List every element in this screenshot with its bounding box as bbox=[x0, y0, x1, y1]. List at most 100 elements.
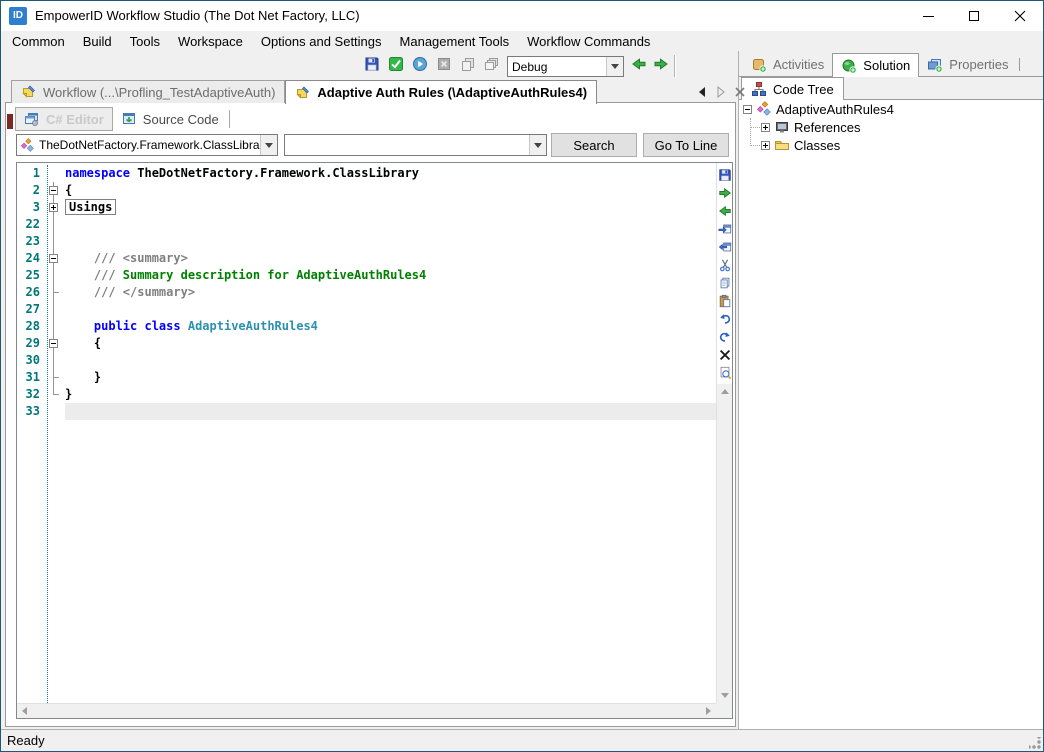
run-icon[interactable] bbox=[412, 56, 428, 72]
tab-adaptive-auth-rules[interactable]: Adaptive Auth Rules (\AdaptiveAuthRules4… bbox=[285, 80, 597, 104]
tree-item-label: Classes bbox=[794, 138, 840, 153]
collapse-icon[interactable] bbox=[743, 105, 752, 114]
code-text[interactable]: } bbox=[65, 369, 716, 386]
close-tab-icon[interactable] bbox=[734, 86, 746, 98]
forward-icon[interactable] bbox=[653, 56, 669, 72]
redo-icon[interactable] bbox=[718, 330, 732, 344]
search-dropdown[interactable] bbox=[284, 134, 547, 156]
code-text[interactable]: /// <summary> bbox=[65, 250, 716, 267]
stop-icon bbox=[436, 56, 452, 72]
collapse-icon[interactable] bbox=[49, 339, 58, 348]
tab-label: Workflow (...\Profling_TestAdaptiveAuth) bbox=[43, 85, 275, 100]
right-panel-tabs: ActivitiesSolutionProperties bbox=[739, 53, 1043, 77]
scroll-right-icon[interactable] bbox=[715, 86, 727, 98]
code-text[interactable] bbox=[65, 352, 716, 369]
expand-icon[interactable] bbox=[761, 141, 770, 150]
maximize-button[interactable] bbox=[951, 1, 997, 31]
tab-solution[interactable]: Solution bbox=[832, 53, 919, 77]
minimize-icon bbox=[923, 16, 934, 17]
build-check-icon[interactable] bbox=[388, 56, 404, 72]
debug-config-dropdown[interactable]: Debug bbox=[507, 56, 624, 77]
delete-icon[interactable] bbox=[718, 348, 732, 362]
back-icon[interactable] bbox=[631, 56, 647, 72]
code-text[interactable]: Usings bbox=[65, 199, 716, 216]
code-text[interactable]: public class AdaptiveAuthRules4 bbox=[65, 318, 716, 335]
arrow-left-icon[interactable] bbox=[718, 204, 732, 218]
code-line: 3Usings bbox=[17, 199, 716, 216]
editor-mode-tabs: C# EditorSource Code bbox=[15, 107, 230, 131]
menu-item-workflow-commands[interactable]: Workflow Commands bbox=[518, 32, 659, 51]
code-line: 2{ bbox=[17, 182, 716, 199]
code-tree: AdaptiveAuthRules4References Classes bbox=[739, 100, 1043, 729]
fold-margin bbox=[45, 216, 65, 233]
menu-item-tools[interactable]: Tools bbox=[121, 32, 169, 51]
window-import-icon[interactable] bbox=[718, 222, 732, 236]
code-line: 33 bbox=[17, 403, 716, 420]
code-text[interactable]: /// </summary> bbox=[65, 284, 716, 301]
expand-icon[interactable] bbox=[761, 123, 770, 132]
goto-line-button[interactable]: Go To Line bbox=[643, 133, 729, 157]
vertical-scrollbar[interactable] bbox=[717, 384, 732, 703]
line-number: 33 bbox=[17, 403, 45, 420]
close-button[interactable] bbox=[997, 1, 1043, 31]
code-text[interactable]: /// Summary description for AdaptiveAuth… bbox=[65, 267, 716, 284]
code-text[interactable]: namespace TheDotNetFactory.Framework.Cla… bbox=[65, 165, 716, 182]
code-editor[interactable]: 1namespace TheDotNetFactory.Framework.Cl… bbox=[16, 162, 733, 719]
line-number: 32 bbox=[17, 386, 45, 403]
window-export-icon[interactable] bbox=[718, 240, 732, 254]
menu-item-workspace[interactable]: Workspace bbox=[169, 32, 252, 51]
code-line: 26 /// </summary> bbox=[17, 284, 716, 301]
resize-grip[interactable] bbox=[1029, 737, 1041, 749]
tree-item-classes[interactable]: Classes bbox=[739, 136, 1043, 154]
collapse-icon[interactable] bbox=[49, 254, 58, 263]
tab-workflow[interactable]: Workflow (...\Profling_TestAdaptiveAuth) bbox=[11, 80, 285, 103]
class-library-icon bbox=[756, 101, 772, 117]
code-text[interactable] bbox=[65, 403, 716, 420]
menu-item-management-tools[interactable]: Management Tools bbox=[391, 32, 519, 51]
scroll-left-icon bbox=[22, 707, 27, 715]
scroll-left-icon[interactable] bbox=[696, 86, 708, 98]
menu-item-common[interactable]: Common bbox=[3, 32, 74, 51]
menu-item-build[interactable]: Build bbox=[74, 32, 121, 51]
copy-icon[interactable] bbox=[718, 276, 732, 290]
save-icon[interactable] bbox=[364, 56, 380, 72]
tree-item-adaptiveauthrules4[interactable]: AdaptiveAuthRules4 bbox=[739, 100, 1043, 118]
tab-csharp-editor[interactable]: C# Editor bbox=[15, 107, 113, 131]
line-number: 31 bbox=[17, 369, 45, 386]
paste-icon[interactable] bbox=[718, 294, 732, 308]
scroll-up-button[interactable] bbox=[717, 384, 732, 399]
print-preview-icon[interactable] bbox=[718, 366, 732, 380]
app-icon: ID bbox=[9, 7, 27, 25]
code-text-area[interactable]: 1namespace TheDotNetFactory.Framework.Cl… bbox=[17, 165, 716, 703]
type-dropdown[interactable]: TheDotNetFactory.Framework.ClassLibrary bbox=[16, 134, 278, 156]
collapsed-region-usings[interactable]: Usings bbox=[65, 199, 116, 215]
code-text[interactable]: { bbox=[65, 335, 716, 352]
tab-source-code[interactable]: Source Code bbox=[113, 107, 227, 131]
arrow-right-icon[interactable] bbox=[718, 186, 732, 200]
horizontal-scrollbar[interactable] bbox=[17, 703, 716, 718]
tab-properties[interactable]: Properties bbox=[919, 53, 1016, 76]
tab-code-tree[interactable]: Code Tree bbox=[741, 77, 844, 100]
scroll-left-button[interactable] bbox=[17, 704, 32, 718]
tab-activities[interactable]: Activities bbox=[743, 53, 832, 76]
code-text[interactable] bbox=[65, 301, 716, 318]
scroll-down-button[interactable] bbox=[717, 688, 732, 703]
collapse-icon[interactable] bbox=[49, 186, 58, 195]
tree-item-references[interactable]: References bbox=[739, 118, 1043, 136]
save-icon[interactable] bbox=[718, 168, 732, 182]
tree-item-label: AdaptiveAuthRules4 bbox=[776, 102, 894, 117]
workflow-doc-icon bbox=[21, 84, 37, 100]
code-line: 29 { bbox=[17, 335, 716, 352]
menu-item-options-and-settings[interactable]: Options and Settings bbox=[252, 32, 391, 51]
minimize-button[interactable] bbox=[905, 1, 951, 31]
code-text[interactable] bbox=[65, 216, 716, 233]
undo-icon[interactable] bbox=[718, 312, 732, 326]
search-button[interactable]: Search bbox=[551, 133, 637, 157]
code-text[interactable]: } bbox=[65, 386, 716, 403]
scroll-right-button[interactable] bbox=[701, 704, 716, 718]
line-number: 26 bbox=[17, 284, 45, 301]
cut-icon[interactable] bbox=[718, 258, 732, 272]
code-text[interactable] bbox=[65, 233, 716, 250]
code-text[interactable]: { bbox=[65, 182, 716, 199]
expand-icon[interactable] bbox=[49, 203, 58, 212]
